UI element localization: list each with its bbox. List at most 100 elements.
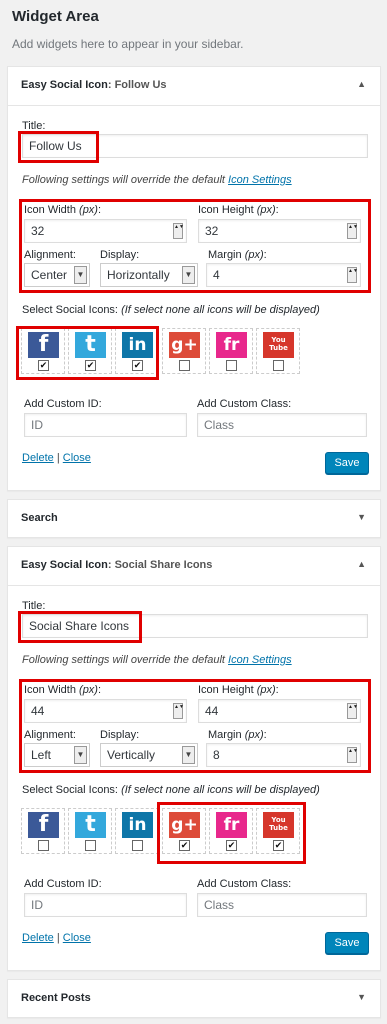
- friendfeed-checkbox[interactable]: ✔: [226, 840, 237, 851]
- social-icon-cell-linkedin: in ✔: [115, 328, 159, 374]
- alignment-select[interactable]: Center ▼: [24, 263, 90, 287]
- margin-label: Margin (px):: [208, 729, 267, 741]
- social-icon-cell-youtube: You Tube ✔: [256, 808, 300, 854]
- margin-input[interactable]: 4 ▲▼: [206, 263, 361, 287]
- google-plus-icon: g+: [169, 812, 200, 838]
- spinner-icon[interactable]: ▲▼: [173, 223, 184, 239]
- twitter-icon: t: [75, 332, 106, 358]
- widget-title: Easy Social Icon: Social Share Icons: [21, 559, 213, 571]
- settings-note: Following settings will override the def…: [22, 654, 292, 666]
- alignment-label: Alignment:: [24, 249, 76, 261]
- select-icons-label: Select Social Icons: (If select none all…: [22, 304, 320, 316]
- widget-header[interactable]: Easy Social Icon: Social Share Icons ▲: [8, 547, 380, 586]
- icon-height-input[interactable]: 32 ▲▼: [198, 219, 361, 243]
- facebook-checkbox[interactable]: ✔: [38, 360, 49, 371]
- dropdown-icon: ▼: [74, 266, 87, 284]
- widget-area-title: Widget Area: [12, 8, 99, 25]
- widget-search: Search ▼: [7, 499, 381, 538]
- widget-title: Recent Posts: [21, 992, 91, 1004]
- social-icon-cell-twitter: t: [68, 808, 112, 854]
- custom-id-label: Add Custom ID:: [24, 878, 102, 890]
- twitter-checkbox[interactable]: [85, 840, 96, 851]
- collapse-arrow-icon[interactable]: ▲: [357, 79, 366, 89]
- youtube-checkbox[interactable]: ✔: [273, 840, 284, 851]
- save-button[interactable]: Save: [325, 932, 369, 954]
- linkedin-checkbox[interactable]: [132, 840, 143, 851]
- social-icon-cell-linkedin: in: [115, 808, 159, 854]
- widget-control-links: Delete | Close: [22, 932, 91, 944]
- settings-note: Following settings will override the def…: [22, 174, 292, 186]
- twitter-checkbox[interactable]: ✔: [85, 360, 96, 371]
- title-input[interactable]: Follow Us: [22, 134, 368, 158]
- social-icon-cell-facebook: f ✔: [21, 328, 65, 374]
- display-label: Display:: [100, 249, 140, 261]
- widget-recent-posts: Recent Posts ▼: [7, 979, 381, 1018]
- close-link[interactable]: Close: [63, 452, 91, 464]
- linkedin-icon: in: [122, 812, 153, 838]
- youtube-icon: You Tube: [263, 812, 294, 838]
- social-icon-cell-google-plus: g+ ✔: [162, 808, 206, 854]
- widget-header[interactable]: Search ▼: [8, 500, 380, 537]
- spinner-icon[interactable]: ▲▼: [347, 267, 358, 283]
- google-plus-icon: g+: [169, 332, 200, 358]
- facebook-checkbox[interactable]: [38, 840, 49, 851]
- google-plus-checkbox[interactable]: ✔: [179, 840, 190, 851]
- display-label: Display:: [100, 729, 140, 741]
- display-select[interactable]: Horizontally ▼: [100, 263, 198, 287]
- alignment-label: Alignment:: [24, 729, 76, 741]
- twitter-icon: t: [75, 812, 106, 838]
- social-icon-cell-google-plus: g+: [162, 328, 206, 374]
- icon-height-input[interactable]: 44 ▲▼: [198, 699, 361, 723]
- expand-arrow-icon[interactable]: ▼: [357, 512, 366, 522]
- google-plus-checkbox[interactable]: [179, 360, 190, 371]
- select-icons-label: Select Social Icons: (If select none all…: [22, 784, 320, 796]
- facebook-icon: f: [28, 812, 59, 838]
- margin-label: Margin (px):: [208, 249, 267, 261]
- title-label: Title:: [22, 120, 46, 132]
- social-icon-cell-youtube: You Tube: [256, 328, 300, 374]
- expand-arrow-icon[interactable]: ▼: [357, 992, 366, 1002]
- custom-class-label: Add Custom Class:: [197, 878, 292, 890]
- widget-header[interactable]: Recent Posts ▼: [8, 980, 380, 1017]
- widget-header[interactable]: Easy Social Icon: Follow Us ▲: [8, 67, 380, 106]
- alignment-select[interactable]: Left ▼: [24, 743, 90, 767]
- display-select[interactable]: Vertically ▼: [100, 743, 198, 767]
- save-button[interactable]: Save: [325, 452, 369, 474]
- custom-class-input[interactable]: Class: [197, 413, 367, 437]
- spinner-icon[interactable]: ▲▼: [173, 703, 184, 719]
- linkedin-checkbox[interactable]: ✔: [132, 360, 143, 371]
- facebook-icon: f: [28, 332, 59, 358]
- icon-width-label: Icon Width (px):: [24, 684, 102, 696]
- social-icon-cell-facebook: f: [21, 808, 65, 854]
- icon-width-input[interactable]: 44 ▲▼: [24, 699, 187, 723]
- margin-input[interactable]: 8 ▲▼: [206, 743, 361, 767]
- collapse-arrow-icon[interactable]: ▲: [357, 559, 366, 569]
- icon-height-label: Icon Height (px):: [198, 684, 279, 696]
- icon-width-input[interactable]: 32 ▲▼: [24, 219, 187, 243]
- delete-link[interactable]: Delete: [22, 452, 54, 464]
- dropdown-icon: ▼: [182, 266, 195, 284]
- icon-width-label: Icon Width (px):: [24, 204, 102, 216]
- spinner-icon[interactable]: ▲▼: [347, 223, 358, 239]
- widget-easy-social-follow-us: Easy Social Icon: Follow Us ▲ Title: Fol…: [7, 66, 381, 491]
- delete-link[interactable]: Delete: [22, 932, 54, 944]
- friendfeed-checkbox[interactable]: [226, 360, 237, 371]
- close-link[interactable]: Close: [63, 932, 91, 944]
- widget-control-links: Delete | Close: [22, 452, 91, 464]
- icon-settings-link[interactable]: Icon Settings: [228, 174, 292, 186]
- custom-id-input[interactable]: ID: [24, 893, 187, 917]
- widget-title: Easy Social Icon: Follow Us: [21, 79, 167, 91]
- spinner-icon[interactable]: ▲▼: [347, 747, 358, 763]
- icon-height-label: Icon Height (px):: [198, 204, 279, 216]
- custom-class-input[interactable]: Class: [197, 893, 367, 917]
- social-icon-cell-friendfeed: fr: [209, 328, 253, 374]
- title-input[interactable]: Social Share Icons: [22, 614, 368, 638]
- icon-settings-link[interactable]: Icon Settings: [228, 654, 292, 666]
- youtube-checkbox[interactable]: [273, 360, 284, 371]
- friendfeed-icon: fr: [216, 812, 247, 838]
- widget-title: Search: [21, 512, 58, 524]
- dropdown-icon: ▼: [182, 746, 195, 764]
- spinner-icon[interactable]: ▲▼: [347, 703, 358, 719]
- linkedin-icon: in: [122, 332, 153, 358]
- custom-id-input[interactable]: ID: [24, 413, 187, 437]
